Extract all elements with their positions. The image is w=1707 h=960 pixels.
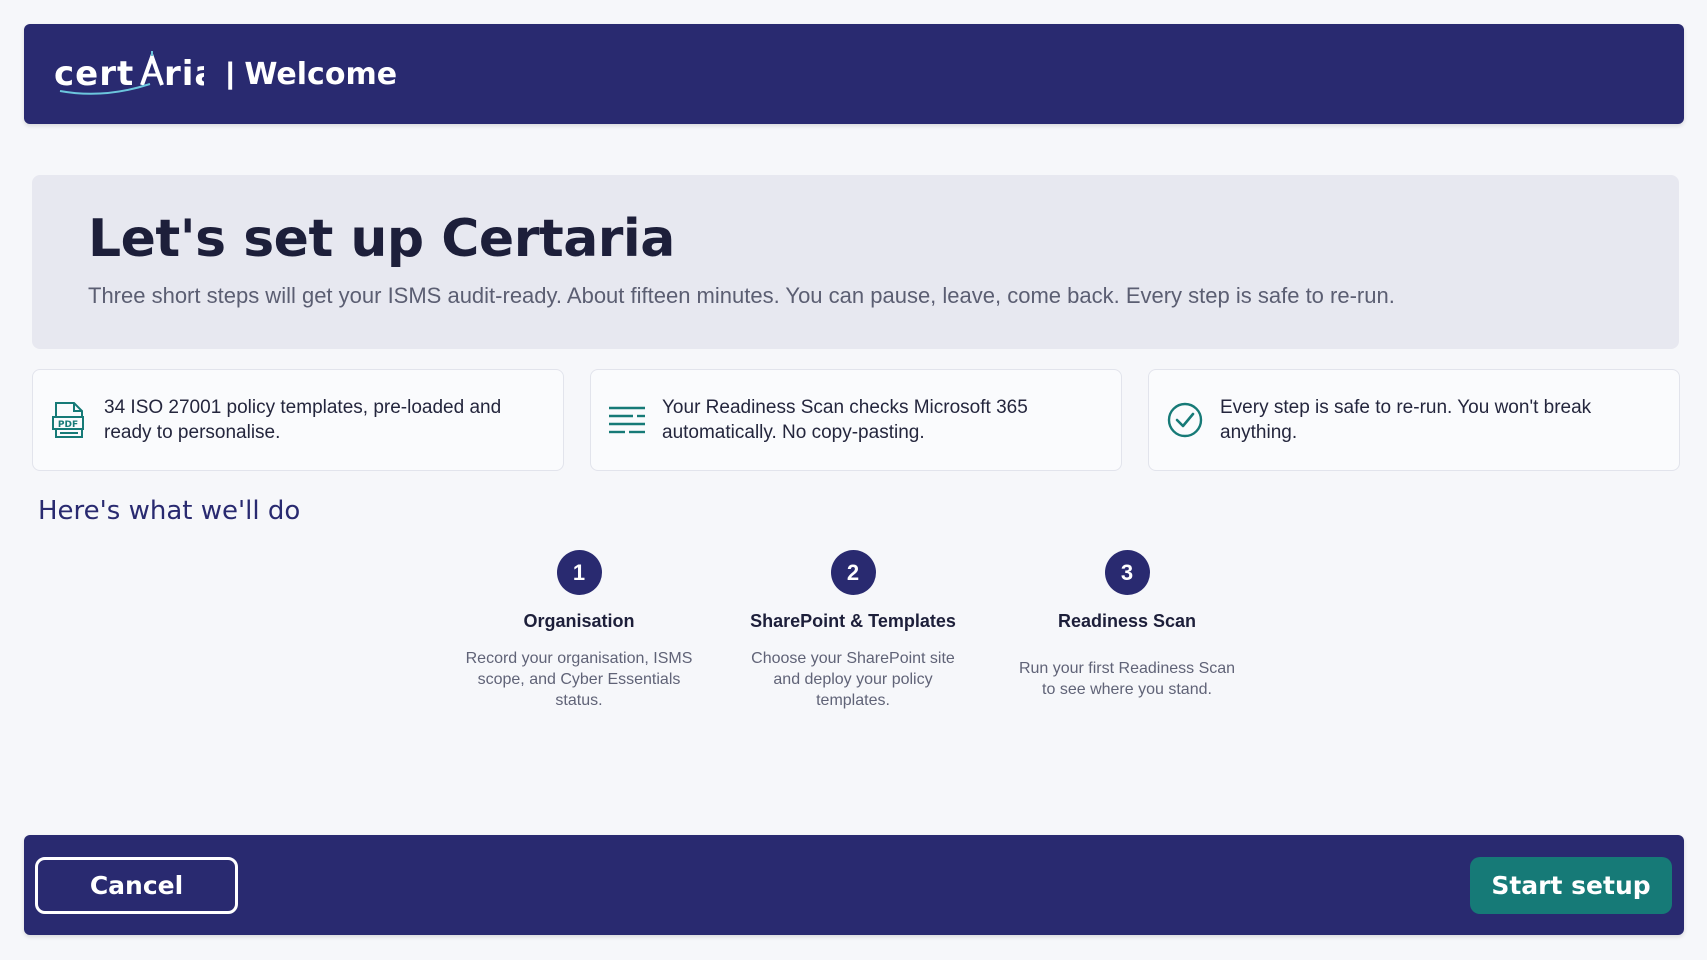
- hero-heading: Let's set up Certaria: [88, 209, 675, 269]
- feature-card-safe: Every step is safe to re-run. You won't …: [1148, 369, 1680, 471]
- step-description: Choose your SharePoint site and deploy y…: [751, 650, 955, 709]
- check-circle-icon: [1167, 400, 1203, 440]
- step-description: Run your first Readiness Scan to see whe…: [1018, 660, 1236, 698]
- step-number: 2: [830, 550, 876, 595]
- certaria-logo-mark: cert ria: [54, 51, 204, 95]
- footer-bar: Cancel Start setup: [24, 835, 1684, 935]
- hero-panel: Let's set up Certaria Three short steps …: [32, 175, 1679, 349]
- step-number: 1: [556, 550, 602, 595]
- feature-card-text: Your Readiness Scan checks Microsoft 365…: [662, 397, 1028, 443]
- feature-card-text: Every step is safe to re-run. You won't …: [1220, 397, 1592, 443]
- feature-card-scan: Your Readiness Scan checks Microsoft 365…: [590, 369, 1122, 471]
- list-lines-icon: [609, 400, 645, 440]
- pdf-document-icon: PDF: [51, 400, 87, 440]
- step-sharepoint: 2 SharePoint & Templates Choose your Sha…: [728, 550, 978, 711]
- feature-cards: PDF 34 ISO 27001 policy templates, pre-l…: [32, 369, 1680, 471]
- section-title: Here's what we'll do: [38, 496, 301, 526]
- step-title: Organisation: [523, 611, 635, 631]
- hero-subtitle: Three short steps will get your ISMS aud…: [88, 283, 1395, 308]
- feature-card-text: 34 ISO 27001 policy templates, pre-loade…: [104, 397, 502, 443]
- start-setup-button[interactable]: Start setup: [1470, 857, 1672, 914]
- step-title: Readiness Scan: [1057, 611, 1197, 631]
- page-title: Welcome: [244, 56, 398, 92]
- header-separator: |: [226, 57, 235, 90]
- step-title: SharePoint & Templates: [750, 611, 956, 631]
- svg-text:cert: cert: [54, 54, 134, 94]
- svg-text:PDF: PDF: [58, 420, 78, 430]
- step-description: Record your organisation, ISMS scope, an…: [465, 650, 693, 709]
- step-organisation: 1 Organisation Record your organisation,…: [454, 550, 704, 711]
- feature-card-templates: PDF 34 ISO 27001 policy templates, pre-l…: [32, 369, 564, 471]
- certaria-logo: cert ria: [54, 51, 204, 97]
- step-number: 3: [1104, 550, 1150, 595]
- step-readiness-scan: 3 Readiness Scan Run your first Readines…: [1002, 550, 1252, 700]
- app-header: cert ria | Welcome: [24, 24, 1684, 124]
- svg-text:ria: ria: [164, 54, 204, 94]
- cancel-button[interactable]: Cancel: [35, 857, 238, 914]
